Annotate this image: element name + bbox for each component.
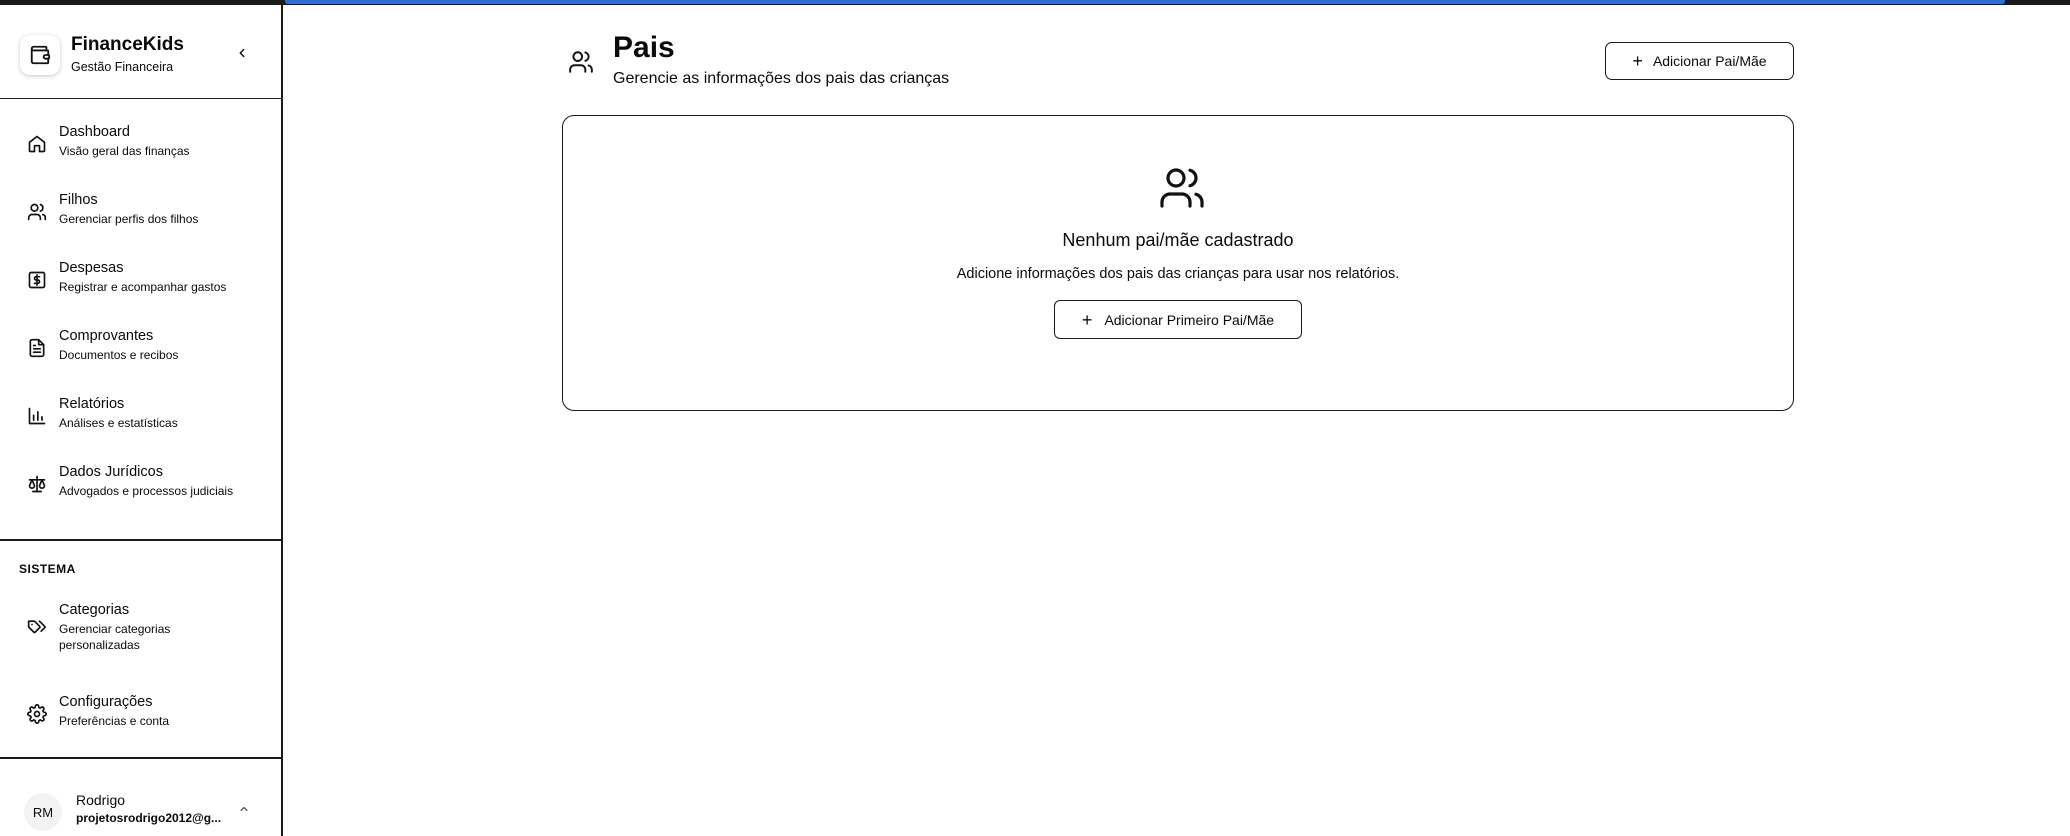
sidebar-item-title: Filhos — [59, 192, 98, 208]
sidebar-item-comprovantes[interactable]: Comprovantes Documentos e recibos — [0, 324, 281, 374]
sidebar-item-desc: Análises e estatísticas — [59, 416, 178, 430]
add-parent-button[interactable]: + Adicionar Pai/Mãe — [1605, 42, 1794, 80]
sidebar-item-despesas[interactable]: Despesas Registrar e acompanhar gastos — [0, 256, 281, 306]
bar-chart-icon — [26, 405, 48, 427]
add-first-parent-button-label: Adicionar Primeiro Pai/Mãe — [1104, 311, 1275, 328]
sidebar-item-desc: Gerenciar perfis dos filhos — [59, 212, 199, 226]
sidebar-item-title: Dashboard — [59, 124, 130, 140]
sidebar-item-desc: Gerenciar categorias personalizadas — [59, 622, 171, 652]
chevron-up-icon — [236, 801, 252, 817]
empty-state-text: Adicione informações dos pais das crianç… — [956, 266, 1400, 282]
scale-icon — [26, 473, 48, 495]
avatar: RM — [24, 793, 62, 831]
sidebar-item-desc: Documentos e recibos — [59, 348, 179, 362]
sidebar-item-filhos[interactable]: Filhos Gerenciar perfis dos filhos — [0, 188, 281, 238]
tags-icon — [26, 616, 48, 638]
user-email: projetosrodrigo2012@g... — [76, 811, 222, 825]
sidebar-item-configuracoes[interactable]: Configurações Preferências e conta — [0, 690, 281, 740]
plus-icon: + — [1081, 309, 1093, 330]
sidebar-item-desc: Visão geral das finanças — [59, 144, 190, 158]
brand-name: FinanceKids — [71, 34, 184, 55]
sidebar-item-relatorios[interactable]: Relatórios Análises e estatísticas — [0, 392, 281, 442]
sidebar-divider — [0, 757, 281, 759]
page-title: Pais — [613, 31, 675, 64]
sidebar-item-title: Configurações — [59, 694, 153, 710]
sidebar-item-title: Categorias — [59, 602, 130, 618]
sidebar-divider — [0, 539, 281, 541]
add-first-parent-button[interactable]: + Adicionar Primeiro Pai/Mãe — [1054, 300, 1302, 339]
sidebar-item-title: Despesas — [59, 260, 124, 276]
gear-icon — [26, 703, 48, 725]
home-icon — [26, 133, 48, 155]
empty-state-title: Nenhum pai/mãe cadastrado — [1062, 230, 1294, 250]
sidebar-item-desc: Preferências e conta — [59, 714, 170, 728]
sidebar-item-title: Dados Jurídicos — [59, 464, 163, 480]
section-label-sistema: SISTEMA — [19, 562, 76, 576]
main-content: Pais Gerencie as informações dos pais da… — [285, 5, 2070, 836]
sidebar-item-dashboard[interactable]: Dashboard Visão geral das finanças — [0, 120, 281, 170]
loading-accent-bar — [285, 0, 2005, 4]
sidebar-item-title: Comprovantes — [59, 328, 154, 344]
sidebar-item-categorias[interactable]: Categorias Gerenciar categorias personal… — [0, 598, 281, 660]
user-menu[interactable]: RM Rodrigo projetosrodrigo2012@g... — [0, 783, 281, 836]
sidebar-item-desc: Advogados e processos judiciais — [59, 484, 234, 498]
user-name: Rodrigo — [76, 792, 126, 808]
users-icon — [1158, 164, 1206, 212]
dollar-square-icon — [26, 269, 48, 291]
page-subtitle: Gerencie as informações dos pais das cri… — [613, 70, 950, 87]
empty-state-card: Nenhum pai/mãe cadastrado Adicione infor… — [562, 115, 1794, 411]
plus-icon: + — [1632, 51, 1643, 71]
sidebar: FinanceKids Gestão Financeira Dashboard … — [0, 5, 283, 836]
brand-subtitle: Gestão Financeira — [71, 60, 174, 74]
add-parent-button-label: Adicionar Pai/Mãe — [1652, 53, 1767, 69]
users-icon — [26, 201, 48, 223]
wallet-icon[interactable] — [20, 35, 60, 75]
sidebar-item-title: Relatórios — [59, 396, 125, 412]
chevron-left-icon[interactable] — [232, 43, 252, 63]
sidebar-item-desc: Registrar e acompanhar gastos — [59, 280, 227, 294]
sidebar-item-dados-juridicos[interactable]: Dados Jurídicos Advogados e processos ju… — [0, 460, 281, 510]
users-icon — [568, 49, 594, 75]
sidebar-brand: FinanceKids Gestão Financeira — [0, 5, 281, 99]
file-text-icon — [26, 337, 48, 359]
